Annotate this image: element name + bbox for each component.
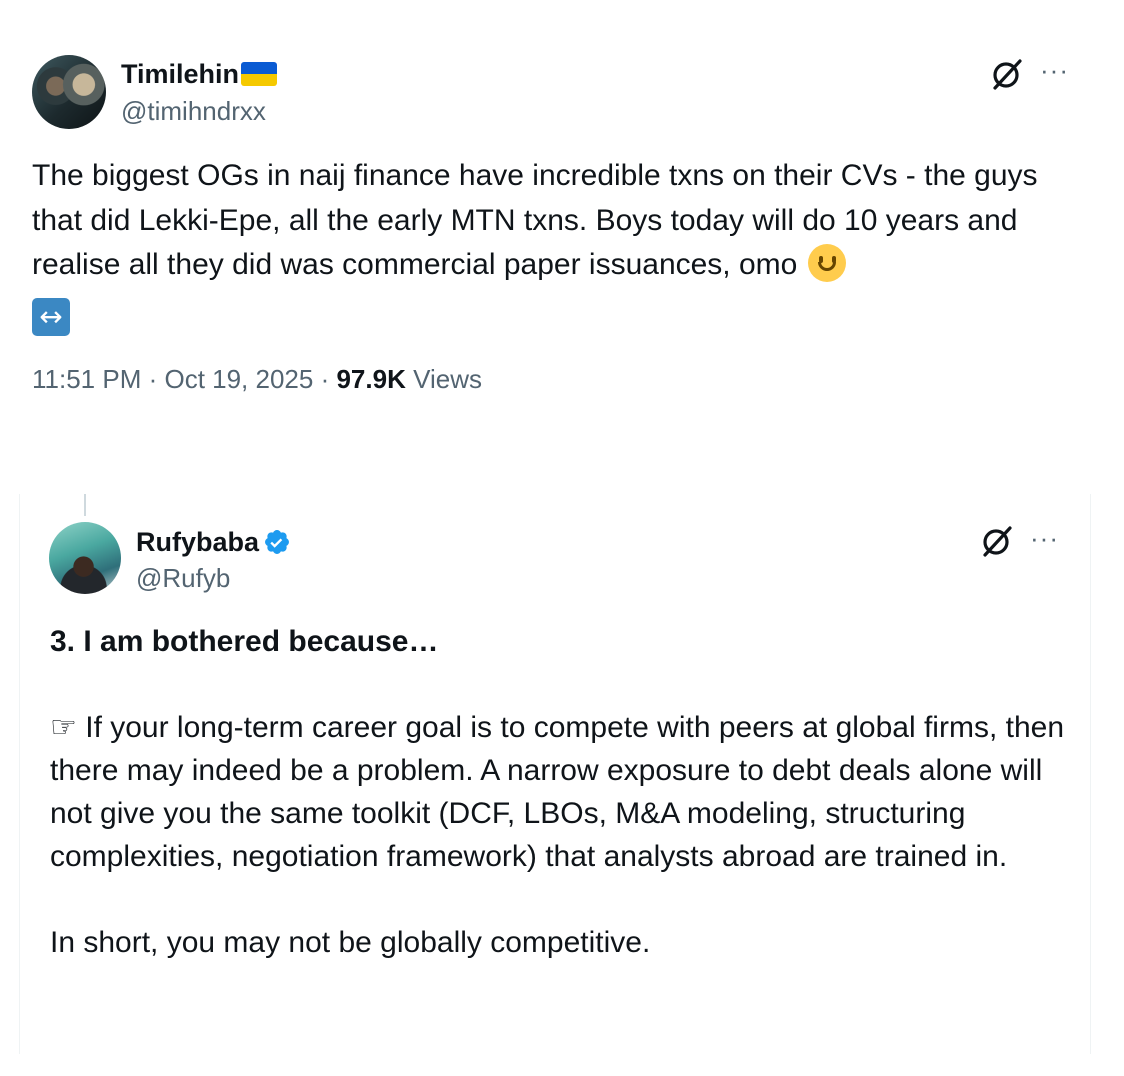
quoted-paragraph-2: In short, you may not be globally compet… [50,926,651,959]
tweet-text: The biggest OGs in naij finance have inc… [32,154,1092,336]
user-handle[interactable]: @timihndrxx [121,95,266,127]
quoted-avatar[interactable] [49,522,121,594]
views-count: 97.9K [336,364,406,394]
display-name-text[interactable]: Timilehin [121,59,239,89]
quoted-display-name[interactable]: Rufybaba [136,526,291,558]
quoted-paragraph-1: ☞ If your long-term career goal is to co… [50,711,1065,873]
tweet-time[interactable]: 11:51 PM [32,364,141,394]
views-label: Views [413,364,482,394]
grok-icon[interactable] [980,524,1014,558]
quoted-tweet-text: 3. I am bothered because… ☞ If your long… [50,620,1080,964]
avatar[interactable] [32,55,106,129]
more-options-icon[interactable]: ··· [1030,522,1059,554]
slightly-smiling-face-icon [807,244,846,282]
quoted-display-name-text[interactable]: Rufybaba [136,527,259,557]
display-name[interactable]: Timilehin [121,58,278,90]
thread-connector-line [84,494,86,516]
main-tweet: Timilehin @timihndrxx ··· The biggest OG… [0,0,1124,440]
left-right-arrow-icon: ↔ [32,297,70,336]
quoted-heading: 3. I am bothered because… [50,625,439,658]
tweet-date[interactable]: Oct 19, 2025 [164,364,313,394]
ukraine-flag-icon [241,62,278,86]
quoted-user-handle[interactable]: @Rufyb [136,562,230,594]
verified-badge-icon [265,530,289,554]
more-options-icon[interactable]: ··· [1040,54,1069,86]
grok-icon[interactable] [990,57,1024,91]
tweet-text-content: The biggest OGs in naij finance have inc… [32,159,1038,281]
tweet-metadata: 11:51 PM · Oct 19, 2025 · 97.9K Views [32,364,482,394]
